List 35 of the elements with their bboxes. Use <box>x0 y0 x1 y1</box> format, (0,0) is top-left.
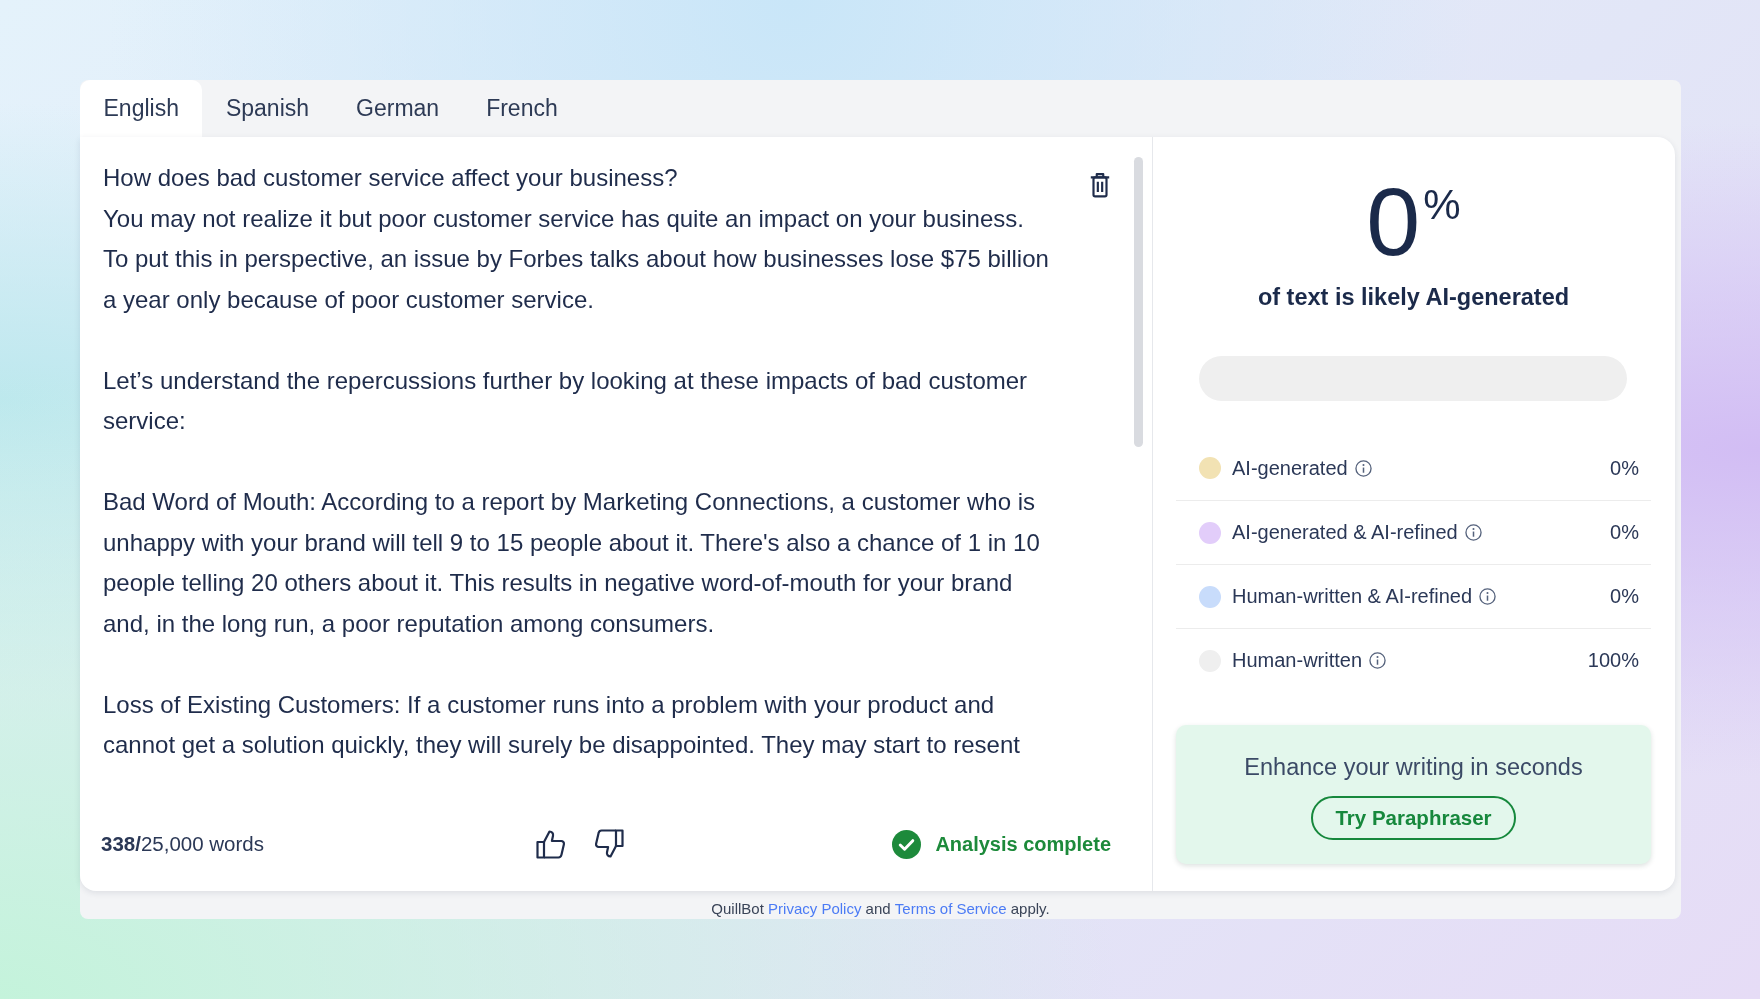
try-paraphraser-button[interactable]: Try Paraphraser <box>1311 796 1516 840</box>
info-icon[interactable] <box>1464 524 1482 541</box>
legend-value: 0% <box>1610 456 1639 480</box>
paragraph: Bad Word of Mouth: According to a report by Marketing Connections, a customer who is unhappy with your brand will tell 9 to 15 people about it. There's also a chance of 1 in 10 people telling 20 others about it. This results in negative word-of-mouth for your brand and, in the long run, a poor reputation among consumers. <box>103 487 1041 639</box>
language-tab[interactable]: Spanish <box>202 80 333 137</box>
legend-label: Human-written <box>1232 649 1363 672</box>
scrollbar-thumb[interactable] <box>1134 157 1143 447</box>
footer-link[interactable]: Terms of Service <box>894 899 1007 917</box>
percent-sign: % <box>1423 184 1461 226</box>
info-icon[interactable] <box>1354 459 1372 477</box>
legend-label: AI-generated & AI-refined <box>1232 521 1458 544</box>
promo-text: Enhance your writing in seconds <box>1244 753 1583 781</box>
legend-value: 0% <box>1610 585 1639 608</box>
thumbs-down-icon[interactable] <box>593 828 625 860</box>
paragraph: How does bad customer service affect your business? You may not realize it but poor customer service has quite an impact on your business. To put this in perspective, an issue by Forbes talks about how businesses lose $75 billion a year only because of poor customer service. <box>103 163 1050 315</box>
legend-label: Human-written & AI-refined <box>1232 585 1473 608</box>
thumbs-up-icon[interactable] <box>535 828 567 860</box>
footer-link[interactable]: Privacy Policy <box>768 899 862 917</box>
info-icon[interactable] <box>1479 588 1497 605</box>
paragraph: Let’s understand the repercussions further by looking at these impacts of bad customer service: <box>103 365 1029 436</box>
language-tab[interactable]: French <box>462 80 582 137</box>
check-circle-icon <box>892 829 922 859</box>
score-value: 0 <box>1366 173 1421 270</box>
paragraph: Loss of Existing Customers: If a customer runs into a problem with your product and cannot get a solution quickly, they will surely be disappointed. They may start to resent <box>103 689 1021 760</box>
legend-value: 100% <box>1587 649 1639 672</box>
status-text: Analysis complete <box>935 832 1111 856</box>
legend-label: AI-generated <box>1232 456 1348 480</box>
info-icon[interactable] <box>1369 652 1387 669</box>
language-tab[interactable]: English <box>80 80 203 137</box>
score-caption: of text is likely AI-generated <box>1257 283 1570 312</box>
trash-icon[interactable] <box>1089 172 1111 198</box>
word-count: 338/25,000 words <box>101 832 264 856</box>
legend-value: 0% <box>1610 521 1639 544</box>
language-tab[interactable]: German <box>332 80 463 137</box>
footer-text: QuillBot Privacy Policy and Terms of Service apply. <box>711 899 1050 917</box>
